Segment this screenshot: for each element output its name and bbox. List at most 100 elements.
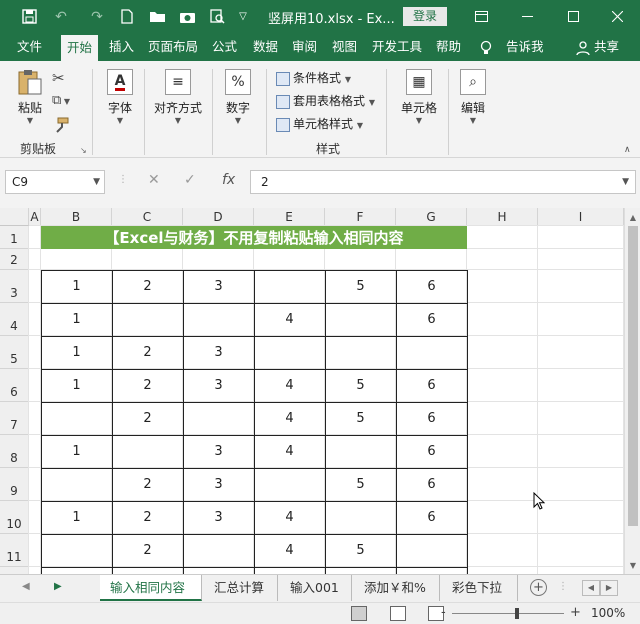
- customize-dropdown-icon[interactable]: ▽: [230, 0, 256, 33]
- print-preview-icon[interactable]: [204, 0, 230, 33]
- table-cell[interactable]: [325, 336, 396, 369]
- normal-view-icon[interactable]: [351, 606, 367, 621]
- table-cell[interactable]: [254, 270, 325, 303]
- cell-style-button[interactable]: 单元格样式 ▼: [276, 113, 363, 135]
- row-header-9[interactable]: 9: [0, 468, 29, 501]
- share-icon[interactable]: [576, 33, 590, 61]
- column-header-c[interactable]: C: [112, 208, 183, 226]
- name-box-dropdown-icon[interactable]: ▼: [93, 171, 100, 193]
- row-header-6[interactable]: 6: [0, 369, 29, 402]
- table-cell[interactable]: 4: [254, 369, 325, 402]
- ribbon-display-icon[interactable]: [458, 0, 504, 33]
- redo-icon[interactable]: ↷: [84, 0, 110, 33]
- sheet-tab-add-symbols[interactable]: 添加￥和%: [354, 575, 440, 601]
- row-header-4[interactable]: 4: [0, 303, 29, 336]
- table-cell[interactable]: [112, 303, 183, 336]
- save-icon[interactable]: [16, 0, 42, 33]
- editing-button[interactable]: ⌕ 编辑 ▼: [456, 69, 490, 125]
- table-cell[interactable]: 3: [183, 501, 254, 534]
- table-cell[interactable]: 6: [396, 270, 467, 303]
- table-cell[interactable]: [396, 336, 467, 369]
- table-cell[interactable]: [325, 435, 396, 468]
- table-cell[interactable]: 1: [41, 501, 112, 534]
- table-cell[interactable]: 2: [112, 501, 183, 534]
- copy-icon[interactable]: ⧉ ▼: [52, 93, 70, 108]
- table-cell[interactable]: 3: [183, 468, 254, 501]
- cancel-icon[interactable]: ✕: [148, 172, 160, 188]
- tab-page-layout[interactable]: 页面布局: [148, 33, 198, 61]
- table-cell[interactable]: 3: [183, 435, 254, 468]
- formula-input[interactable]: 2 ▼: [250, 170, 636, 194]
- row-header-12[interactable]: [0, 567, 29, 574]
- tab-review[interactable]: 审阅: [292, 33, 317, 61]
- tab-insert[interactable]: 插入: [109, 33, 134, 61]
- table-cell[interactable]: 2: [112, 336, 183, 369]
- clipboard-launcher-icon[interactable]: ↘: [80, 146, 87, 155]
- row-header-10[interactable]: 10: [0, 501, 29, 534]
- open-folder-icon[interactable]: [144, 0, 170, 33]
- table-cell[interactable]: 6: [396, 435, 467, 468]
- table-cell[interactable]: 6: [396, 402, 467, 435]
- column-header-h[interactable]: H: [467, 208, 538, 226]
- scroll-up-icon[interactable]: ▲: [625, 210, 640, 226]
- table-cell[interactable]: 5: [325, 534, 396, 567]
- number-button[interactable]: % 数字 ▼: [222, 69, 254, 125]
- table-format-button[interactable]: 套用表格格式 ▼: [276, 90, 375, 112]
- row-header-8[interactable]: 8: [0, 435, 29, 468]
- prev-sheet-icon[interactable]: ◀: [22, 581, 30, 592]
- cut-icon[interactable]: ✂: [52, 69, 65, 87]
- scroll-left-icon[interactable]: ◀: [582, 580, 600, 596]
- table-cell[interactable]: 5: [325, 270, 396, 303]
- zoom-slider-thumb[interactable]: [515, 608, 519, 619]
- tab-view[interactable]: 视图: [332, 33, 357, 61]
- table-cell[interactable]: [325, 501, 396, 534]
- column-header-b[interactable]: B: [41, 208, 112, 226]
- column-header-g[interactable]: G: [396, 208, 467, 226]
- table-cell[interactable]: 1: [41, 336, 112, 369]
- table-cell[interactable]: 3: [183, 336, 254, 369]
- row-header-7[interactable]: 7: [0, 402, 29, 435]
- tell-me-search[interactable]: 告诉我: [506, 33, 544, 61]
- sheet-tab-color-dropdown[interactable]: 彩色下拉: [442, 575, 518, 601]
- maximize-icon[interactable]: [550, 0, 596, 33]
- select-all-corner[interactable]: [0, 208, 29, 226]
- table-cell[interactable]: 6: [396, 501, 467, 534]
- column-header-i[interactable]: I: [538, 208, 624, 226]
- table-cell[interactable]: 1: [41, 435, 112, 468]
- insert-function-icon[interactable]: fx: [222, 172, 235, 188]
- name-box[interactable]: C9 ▼: [5, 170, 105, 194]
- table-cell[interactable]: [41, 468, 112, 501]
- row-header-11[interactable]: 11: [0, 534, 29, 567]
- scroll-right-icon[interactable]: ▶: [600, 580, 618, 596]
- worksheet-grid[interactable]: A B C D E F G H I 1 2 3 4 5 6 7 8 9 10 1…: [0, 208, 624, 574]
- scroll-down-icon[interactable]: ▼: [625, 558, 640, 574]
- table-cell[interactable]: 2: [112, 369, 183, 402]
- table-cell[interactable]: [396, 534, 467, 567]
- minimize-icon[interactable]: [504, 0, 550, 33]
- tab-developer[interactable]: 开发工具: [372, 33, 422, 61]
- table-cell[interactable]: 6: [396, 303, 467, 336]
- page-layout-view-icon[interactable]: [390, 606, 406, 621]
- zoom-slider[interactable]: [452, 613, 564, 614]
- row-header-3[interactable]: 3: [0, 270, 29, 303]
- tab-formulas[interactable]: 公式: [212, 33, 237, 61]
- table-cell[interactable]: 6: [396, 369, 467, 402]
- table-cell[interactable]: [183, 303, 254, 336]
- table-cell[interactable]: 5: [325, 468, 396, 501]
- add-sheet-icon[interactable]: +: [530, 579, 547, 596]
- table-cell[interactable]: [112, 435, 183, 468]
- row-header-5[interactable]: 5: [0, 336, 29, 369]
- table-cell[interactable]: 4: [254, 435, 325, 468]
- tab-file[interactable]: 文件: [17, 33, 42, 61]
- conditional-format-button[interactable]: 条件格式 ▼: [276, 67, 351, 89]
- new-file-icon[interactable]: [114, 0, 140, 33]
- table-cell[interactable]: 1: [41, 303, 112, 336]
- tab-data[interactable]: 数据: [253, 33, 278, 61]
- column-header-d[interactable]: D: [183, 208, 254, 226]
- login-button[interactable]: 登录: [403, 7, 447, 26]
- table-cell[interactable]: [41, 534, 112, 567]
- table-cell[interactable]: 4: [254, 303, 325, 336]
- table-cell[interactable]: 1: [41, 270, 112, 303]
- table-cell[interactable]: [183, 402, 254, 435]
- format-painter-icon[interactable]: [54, 117, 70, 136]
